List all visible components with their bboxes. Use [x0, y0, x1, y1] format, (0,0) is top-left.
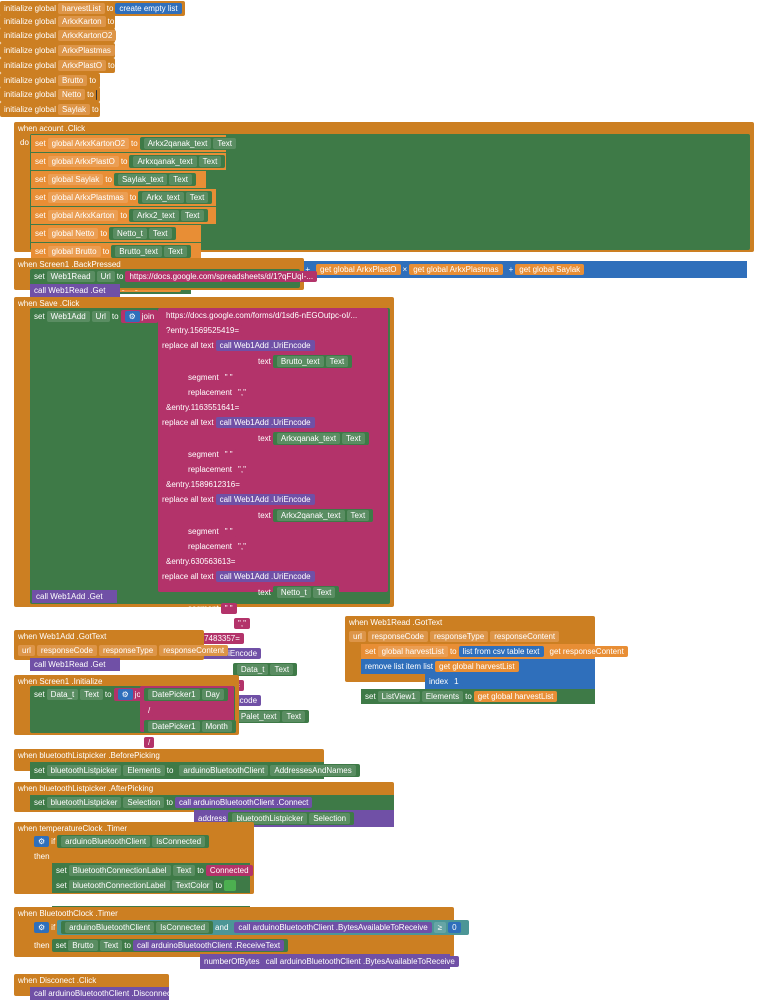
- set-listview-elements[interactable]: setListView1Elementstoget global harvest…: [361, 689, 595, 704]
- when-afterpicking[interactable]: when bluetoothListpicker .AfterPicking s…: [14, 782, 394, 812]
- set-row[interactable]: setglobal SaylaktoSaylak_textText: [31, 171, 206, 188]
- set-row[interactable]: setglobal ArkxKartonO2toArkx2qanak_textT…: [31, 135, 226, 152]
- remove-list-item[interactable]: remove list item listget global harvestL…: [361, 659, 595, 674]
- set-row[interactable]: setglobal NettotoNetto_tText: [31, 225, 201, 242]
- init-ArkxKartonO2[interactable]: initialize globalArkxKartonO2to: [0, 28, 115, 43]
- set-row[interactable]: setglobal ArkxPlastmastoArkx_textText: [31, 189, 216, 206]
- init-Netto[interactable]: initialize globalNettoto: [0, 87, 100, 102]
- gear-icon[interactable]: ⚙: [125, 311, 140, 322]
- when-disconnect-click[interactable]: when Disconect .Click call arduinoBlueto…: [14, 974, 169, 996]
- set-brutto-text[interactable]: setBruttoTexttocall arduinoBluetoothClie…: [52, 939, 289, 952]
- call-web1add-get[interactable]: call Web1Add .Get: [32, 590, 117, 603]
- when-web1read-gottext[interactable]: when Web1Read .GotText urlresponseCodere…: [345, 616, 595, 682]
- set-elements[interactable]: setbluetoothListpickerElementstoarduinoB…: [30, 762, 324, 779]
- when-save-click[interactable]: when Save .Click setWeb1AddUrlto ⚙join h…: [14, 297, 394, 607]
- entry[interactable]: ?entry.1569525419=: [162, 325, 243, 336]
- color-green[interactable]: [224, 880, 236, 891]
- gear-icon[interactable]: ⚙: [118, 689, 133, 700]
- call-get[interactable]: call Web1Read .Get: [30, 284, 120, 297]
- call-web1read-get[interactable]: call Web1Read .Get: [30, 658, 120, 671]
- set-url[interactable]: setWeb1ReadUrltohttps://docs.google.com/…: [30, 269, 300, 284]
- call-disconnect[interactable]: call arduinoBluetoothClient .Disconnect: [30, 987, 169, 1000]
- init-ArkxPlastO[interactable]: initialize globalArkxPlastOto: [0, 58, 115, 73]
- form-url[interactable]: https://docs.google.com/forms/d/1sd6-nEG…: [162, 310, 361, 321]
- set-row[interactable]: setglobal ArkxKartontoArkx2_textText: [31, 207, 216, 224]
- set-harvestlist[interactable]: setglobal harvestListtolist from csv tab…: [361, 644, 595, 659]
- init-Saylak[interactable]: initialize globalSaylakto: [0, 102, 100, 117]
- do-body[interactable]: setData_tTextto⚙join DatePicker1Day / Da…: [30, 686, 235, 733]
- when-beforepicking[interactable]: when bluetoothListpicker .BeforePicking …: [14, 749, 324, 771]
- event-title: when acount .Click: [18, 124, 85, 133]
- do-body[interactable]: setWeb1AddUrlto ⚙join https://docs.googl…: [30, 308, 390, 604]
- when-screen1-initialize[interactable]: when Screen1 .Initialize setData_tTextto…: [14, 675, 239, 735]
- set-selection[interactable]: setbluetoothListpickerSelectiontocall ar…: [30, 795, 394, 810]
- when-tempclock-timer[interactable]: when temperatureClock .Timer ⚙ifarduinoB…: [14, 822, 254, 894]
- when-btclock-timer[interactable]: when BluetoothClock .Timer ⚙if arduinoBl…: [14, 907, 454, 957]
- join-body[interactable]: DatePicker1Day / DatePicker1Month / Date…: [140, 686, 234, 732]
- init-Brutto[interactable]: initialize globalBruttoto: [0, 73, 100, 88]
- if-block[interactable]: ⚙ifarduinoBluetoothClientIsConnected the…: [30, 833, 250, 891]
- init-ArkxKarton[interactable]: initialize globalArkxKartonto: [0, 14, 115, 29]
- varname[interactable]: harvestList: [58, 3, 105, 14]
- set-row[interactable]: setglobal ArkxPlastOtoArkxqanak_textText: [31, 153, 226, 170]
- when-web1add-gottext[interactable]: when Web1Add .GotText urlresponseCoderes…: [14, 630, 204, 660]
- label: initialize global: [4, 4, 56, 13]
- do-body[interactable]: setglobal ArkxKartonO2toArkx2qanak_textT…: [30, 134, 750, 250]
- url-string[interactable]: https://docs.google.com/spreadsheets/d/1…: [125, 271, 317, 282]
- if-block[interactable]: ⚙if arduinoBluetoothClientIsConnectedand…: [30, 918, 450, 954]
- gear-icon[interactable]: ⚙: [34, 836, 49, 847]
- when-backpressed[interactable]: when Screen1 .BackPressed setWeb1ReadUrl…: [14, 258, 304, 290]
- gear-icon[interactable]: ⚙: [34, 922, 49, 933]
- when-acount-click[interactable]: when acount .Click do setglobal ArkxKart…: [14, 122, 754, 252]
- number-socket[interactable]: [586, 264, 600, 275]
- do-body[interactable]: setWeb1ReadUrltohttps://docs.google.com/…: [30, 269, 300, 288]
- init-ArkxPlastmas[interactable]: initialize globalArkxPlastmasto: [0, 43, 115, 58]
- join-body[interactable]: https://docs.google.com/forms/d/1sd6-nEG…: [158, 308, 388, 592]
- value[interactable]: create empty list: [115, 3, 181, 14]
